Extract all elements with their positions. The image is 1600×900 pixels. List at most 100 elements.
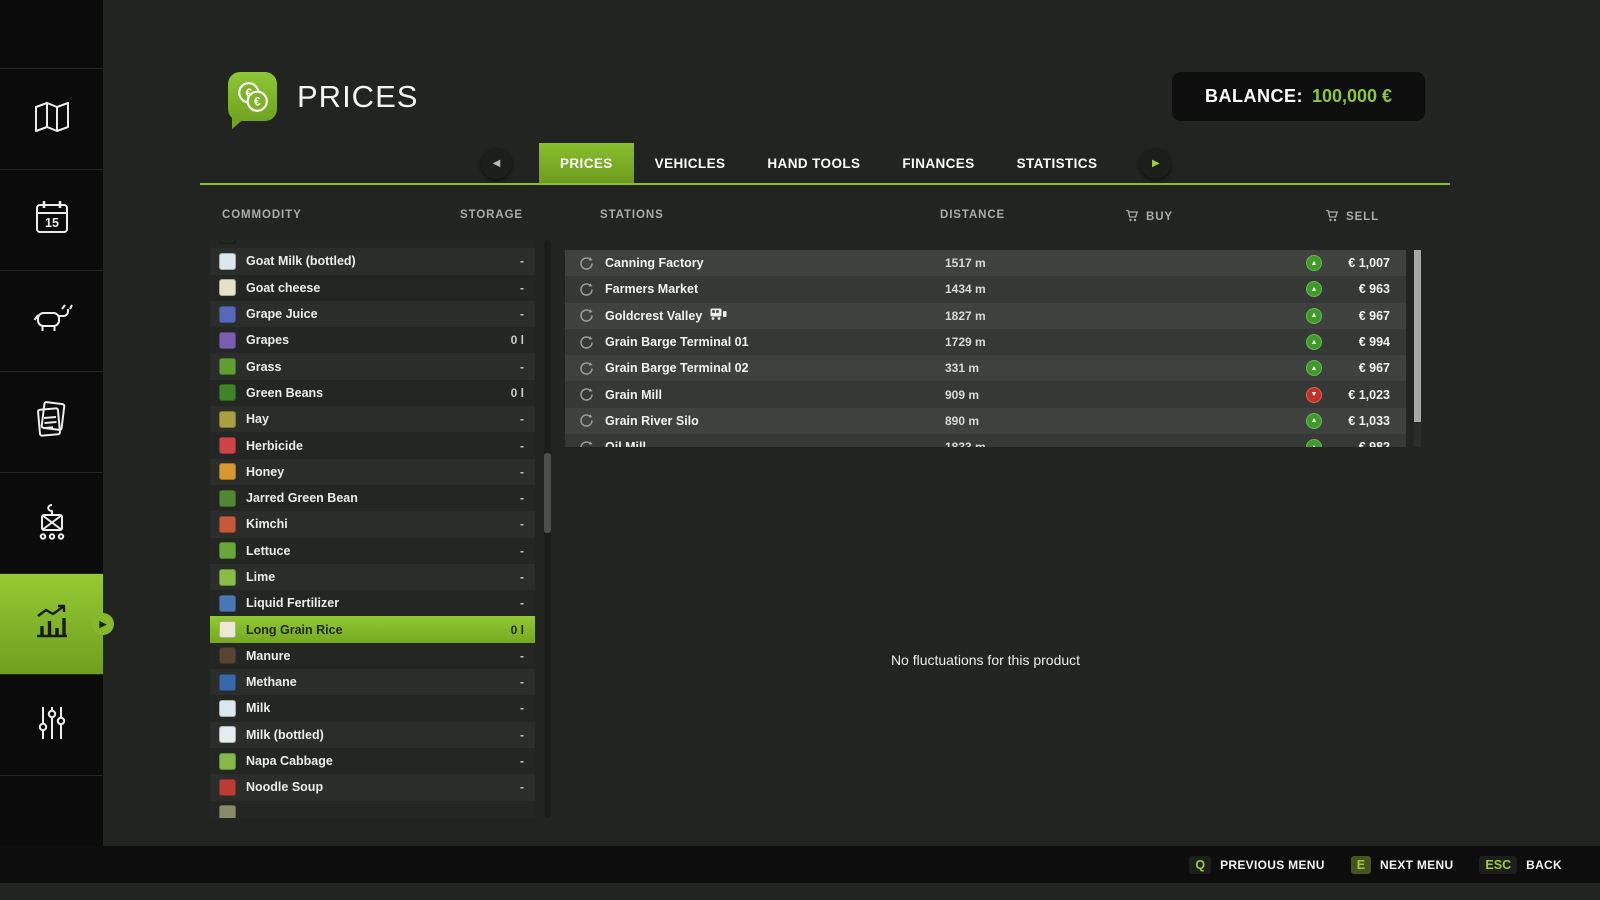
commodity-name: Green Beans xyxy=(246,386,501,400)
commodity-row[interactable]: Long Grain Rice 0 l xyxy=(210,616,535,642)
station-row[interactable]: Farmers Market1434 m▲€ 963 xyxy=(565,276,1406,302)
sidebar-item-production[interactable] xyxy=(0,473,103,574)
station-name: Oil Mill xyxy=(605,440,935,447)
sidebar-item-calendar[interactable]: 15 xyxy=(0,170,103,271)
commodity-row[interactable]: Noodle Soup- xyxy=(210,774,535,800)
price-trend-icon: ▼ xyxy=(1306,387,1322,403)
prices-coins-icon: €€ xyxy=(228,72,277,121)
commodity-storage: - xyxy=(520,570,524,584)
commodity-icon xyxy=(219,595,236,612)
key-q[interactable]: Q xyxy=(1189,856,1211,874)
commodity-row[interactable] xyxy=(210,240,535,248)
sidebar-spacer xyxy=(0,0,103,69)
commodity-storage: - xyxy=(520,281,524,295)
hint-label: NEXT MENU xyxy=(1380,858,1453,872)
commodity-row[interactable]: Grape Juice- xyxy=(210,301,535,327)
commodity-storage: - xyxy=(520,544,524,558)
station-cycle-icon xyxy=(579,334,595,350)
commodity-icon xyxy=(219,621,236,638)
tab-statistics[interactable]: STATISTICS xyxy=(996,143,1119,183)
commodity-name: Milk (bottled) xyxy=(246,728,510,742)
sidebar-item-statistics[interactable]: ▶ xyxy=(0,574,103,675)
station-row[interactable]: Grain Barge Terminal 02331 m▲€ 967 xyxy=(565,355,1406,381)
active-menu-marker-icon: ▶ xyxy=(92,613,114,635)
commodity-name: Goat cheese xyxy=(246,281,510,295)
commodity-icon xyxy=(219,700,236,717)
station-name: Goldcrest Valley xyxy=(605,308,935,323)
commodity-storage: - xyxy=(520,728,524,742)
commodity-storage: - xyxy=(520,701,524,715)
tab-hand-tools[interactable]: HAND TOOLS xyxy=(746,143,881,183)
tab-prices[interactable]: PRICES xyxy=(539,143,634,183)
station-row[interactable]: Grain Barge Terminal 011729 m▲€ 994 xyxy=(565,329,1406,355)
commodity-row[interactable]: Lettuce- xyxy=(210,538,535,564)
commodity-row[interactable]: Hay- xyxy=(210,406,535,432)
station-sell-price: € 1,023 xyxy=(1332,388,1390,402)
commodity-row[interactable]: Green Beans0 l xyxy=(210,380,535,406)
price-trend-icon: ▲ xyxy=(1306,281,1322,297)
station-cycle-icon xyxy=(579,413,595,429)
sidebar-item-animals[interactable] xyxy=(0,271,103,372)
station-row[interactable]: Oil Mill1833 m▲€ 982 xyxy=(565,434,1406,447)
key-e[interactable]: E xyxy=(1351,856,1371,874)
commodity-row[interactable]: Honey- xyxy=(210,459,535,485)
tabs-previous-arrow-icon[interactable]: ◀ xyxy=(481,148,512,179)
commodity-row[interactable]: Herbicide- xyxy=(210,432,535,458)
key-esc[interactable]: ESC xyxy=(1479,856,1517,874)
commodity-row[interactable]: Methane- xyxy=(210,669,535,695)
commodity-storage: 0 l xyxy=(511,623,524,637)
commodity-list: Goat Milk (bottled)-Goat cheese-Grape Ju… xyxy=(210,240,535,818)
commodity-storage: - xyxy=(520,780,524,794)
station-cycle-icon xyxy=(579,255,595,271)
commodity-scrollbar-thumb[interactable] xyxy=(544,453,551,533)
commodity-name: Kimchi xyxy=(246,517,510,531)
station-distance: 1729 m xyxy=(945,335,986,349)
commodity-row[interactable]: Goat Milk (bottled)- xyxy=(210,248,535,274)
station-row[interactable]: Grain River Silo890 m▲€ 1,033 xyxy=(565,408,1406,434)
sidebar-item-map[interactable] xyxy=(0,69,103,170)
prices-screen: 15 ▶ xyxy=(0,0,1600,900)
commodity-storage: - xyxy=(520,754,524,768)
commodity-name: Liquid Fertilizer xyxy=(246,596,510,610)
tab-finances[interactable]: FINANCES xyxy=(881,143,995,183)
commodity-row[interactable]: Liquid Fertilizer- xyxy=(210,590,535,616)
commodity-icon xyxy=(219,306,236,323)
commodity-icon xyxy=(219,463,236,480)
commodity-icon xyxy=(219,240,236,244)
commodity-row[interactable]: Milk- xyxy=(210,695,535,721)
commodity-name: Noodle Soup xyxy=(246,780,510,794)
sidebar-item-contracts[interactable] xyxy=(0,372,103,473)
station-sell-price: € 1,007 xyxy=(1332,256,1390,270)
station-name: Farmers Market xyxy=(605,282,935,296)
commodity-row[interactable]: Manure- xyxy=(210,643,535,669)
station-sell-price: € 994 xyxy=(1332,335,1390,349)
commodity-row[interactable]: Milk (bottled)- xyxy=(210,722,535,748)
commodity-storage: - xyxy=(520,491,524,505)
station-row[interactable]: Goldcrest Valley1827 m▲€ 967 xyxy=(565,303,1406,329)
commodity-icon xyxy=(219,726,236,743)
stations-scrollbar-thumb[interactable] xyxy=(1414,250,1421,422)
stations-scrollbar[interactable] xyxy=(1414,250,1421,447)
station-row[interactable]: Canning Factory1517 m▲€ 1,007 xyxy=(565,250,1406,276)
commodity-row[interactable] xyxy=(210,801,535,818)
commodity-row[interactable]: Jarred Green Bean- xyxy=(210,485,535,511)
commodity-row[interactable]: Kimchi- xyxy=(210,511,535,537)
station-distance: 1434 m xyxy=(945,282,986,296)
tab-vehicles[interactable]: VEHICLES xyxy=(634,143,747,183)
commodity-storage: - xyxy=(520,412,524,426)
station-row[interactable]: Grain Mill909 m▼€ 1,023 xyxy=(565,381,1406,407)
price-trend-icon: ▲ xyxy=(1306,334,1322,350)
tabs-strip: PRICESVEHICLESHAND TOOLSFINANCESSTATISTI… xyxy=(539,143,1118,183)
commodity-name: Long Grain Rice xyxy=(246,623,501,637)
commodity-row[interactable]: Napa Cabbage- xyxy=(210,748,535,774)
sidebar-item-finances[interactable] xyxy=(0,675,103,776)
tabs-next-arrow-icon[interactable]: ▶ xyxy=(1140,148,1171,179)
price-trend-icon: ▲ xyxy=(1306,255,1322,271)
commodity-row[interactable]: Grapes0 l xyxy=(210,327,535,353)
commodity-storage: - xyxy=(520,465,524,479)
commodity-row[interactable]: Grass- xyxy=(210,353,535,379)
commodity-row[interactable]: Goat cheese- xyxy=(210,275,535,301)
commodity-row[interactable]: Lime- xyxy=(210,564,535,590)
station-sell-group: ▲€ 967 xyxy=(1306,308,1390,324)
commodity-scrollbar[interactable] xyxy=(544,240,551,818)
